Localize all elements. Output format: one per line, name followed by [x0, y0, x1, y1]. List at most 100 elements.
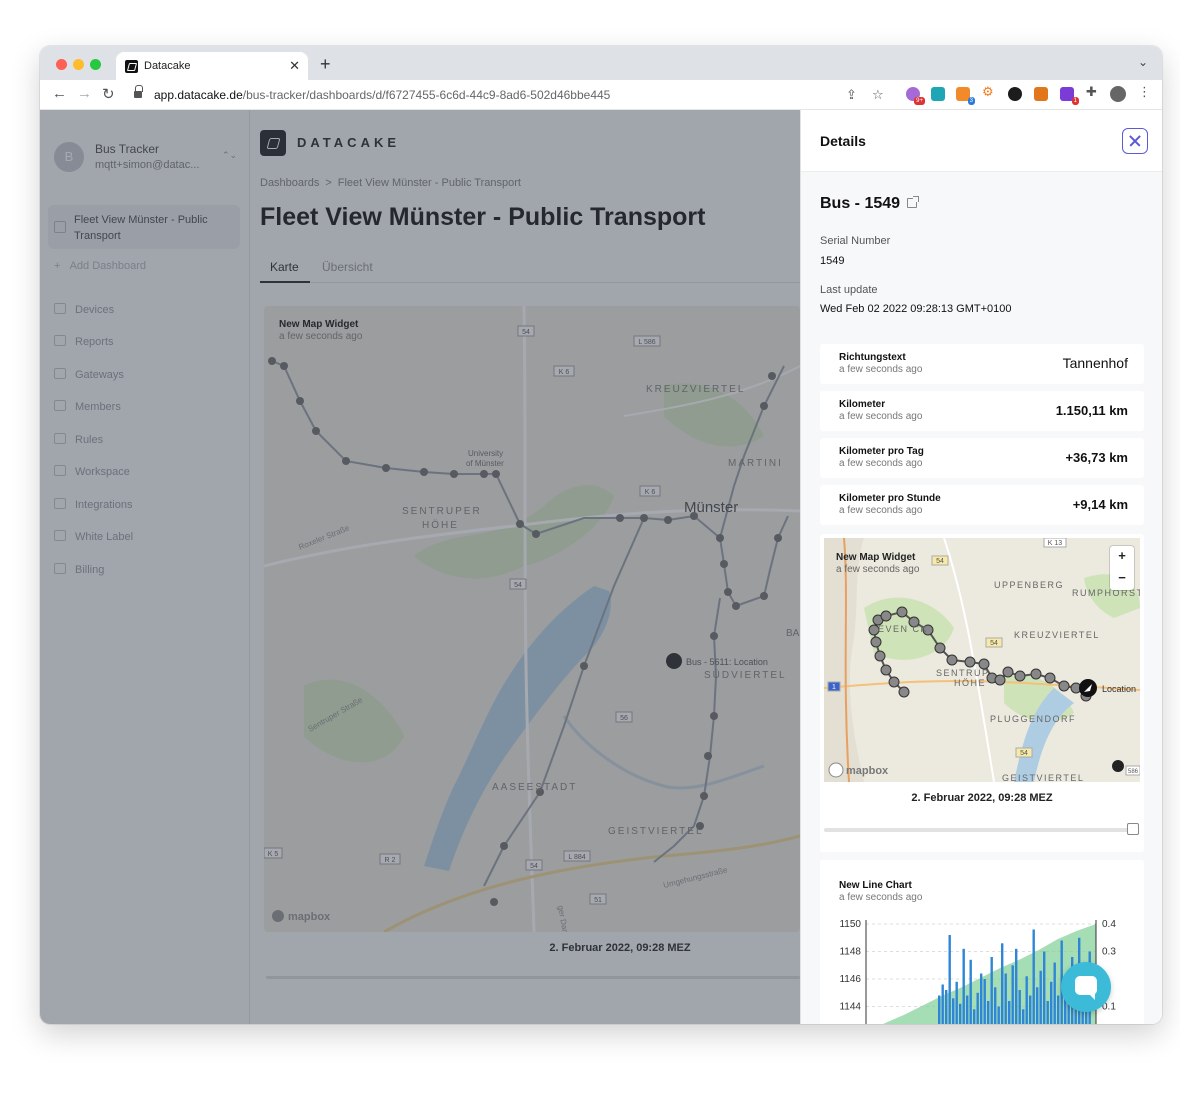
mapbox-logo-icon [828, 762, 844, 778]
forward-arrow-icon[interactable]: → [77, 85, 92, 102]
chart-timestamp: a few seconds ago [839, 892, 923, 903]
bar [969, 959, 972, 1024]
back-arrow-icon[interactable]: ← [52, 85, 67, 102]
metamask-extension-icon[interactable] [1034, 87, 1048, 101]
bar [980, 973, 983, 1024]
last-update-label: Last update [820, 284, 878, 296]
lock-icon [134, 85, 143, 99]
svg-text:586: 586 [1128, 769, 1139, 775]
device-name: Bus - 1549 [820, 195, 901, 212]
bar [955, 981, 958, 1024]
y2-axis-tick-label: 0.3 [1102, 947, 1116, 958]
road-shield: 54 [1015, 747, 1033, 758]
bar [1001, 943, 1004, 1024]
bar [1008, 1001, 1011, 1024]
extension-icon[interactable]: 3 [956, 87, 975, 105]
drawer-title: Details [820, 133, 866, 149]
bar [1025, 976, 1028, 1024]
kpi-kilometer: Kilometer a few seconds ago 1.150,11 km [820, 391, 1144, 431]
time-slider-thumb[interactable] [1127, 823, 1139, 835]
extension-badge: 9+ [914, 97, 925, 105]
bar [1050, 981, 1053, 1024]
y-axis-tick-label: 1146 [839, 974, 861, 985]
bar [1039, 970, 1042, 1024]
url-text: app.datacake.de/bus-tracker/dashboards/d… [154, 88, 611, 102]
kpi-label: Kilometer pro Tag [839, 446, 924, 457]
extension-icon[interactable]: 9+ [906, 87, 925, 105]
details-drawer: Details Bus - 1549 Serial Number 1549 La… [800, 110, 1162, 1024]
extension-icon[interactable]: 1 [1060, 87, 1079, 105]
tab-close-icon[interactable]: ✕ [289, 58, 300, 74]
drawer-header: Details [801, 110, 1162, 172]
road-shield: 54 [931, 555, 949, 566]
bar [938, 995, 941, 1024]
share-icon[interactable]: ⇪ [846, 87, 857, 103]
bar [1032, 929, 1035, 1024]
kpi-kilometer-pro-tag: Kilometer pro Tag a few seconds ago +36,… [820, 438, 1144, 478]
reload-icon[interactable]: ↻ [102, 85, 115, 103]
bar [966, 995, 969, 1024]
new-tab-icon[interactable]: + [320, 54, 331, 75]
address-bar[interactable]: app.datacake.de/bus-tracker/dashboards/d… [128, 83, 898, 107]
y-axis-tick-label: 1148 [839, 947, 861, 958]
bar [948, 935, 951, 1024]
close-drawer-button[interactable] [1122, 128, 1148, 154]
bar [1015, 948, 1018, 1024]
star-icon[interactable]: ☆ [872, 87, 884, 103]
puzzle-icon[interactable]: ✚ [1086, 84, 1100, 99]
bar [1011, 965, 1014, 1024]
chat-support-button[interactable] [1061, 962, 1111, 1012]
bar [983, 979, 986, 1024]
mini-map-label: EVEN CK [878, 624, 928, 634]
bar [1004, 973, 1007, 1024]
svg-text:54: 54 [990, 640, 998, 647]
chart-title: New Line Chart [839, 880, 912, 891]
chevron-down-icon[interactable]: ⌄ [1138, 55, 1148, 69]
external-link-icon[interactable] [907, 196, 919, 208]
mini-map[interactable]: UPPENBERG RUMPHORST KREUZVIERTEL EVEN CK… [824, 538, 1140, 782]
mini-map-label: Location [1102, 684, 1136, 694]
bar [1022, 1009, 1025, 1024]
mini-map-date: 2. Februar 2022, 09:28 MEZ [911, 792, 1053, 804]
mini-map-title: New Map Widget [836, 552, 916, 563]
tab-title: Datacake [144, 60, 191, 72]
bar [1046, 1001, 1049, 1024]
svg-text:1: 1 [832, 684, 836, 691]
modal-backdrop[interactable] [40, 110, 800, 1024]
kpi-timestamp: a few seconds ago [839, 411, 923, 422]
zoom-out-button[interactable]: − [1110, 570, 1134, 585]
y-axis-tick-label: 1150 [839, 919, 861, 930]
bar [997, 1006, 1000, 1024]
kebab-menu-icon[interactable]: ⋮ [1138, 84, 1152, 99]
bar [962, 948, 965, 1024]
bar [1029, 995, 1032, 1024]
kpi-value: 1.150,11 km [1055, 403, 1128, 418]
kpi-value: Tannenhof [1062, 355, 1128, 371]
road-shield: 1 [827, 681, 841, 692]
bar [1057, 995, 1060, 1024]
zoom-in-button[interactable]: + [1110, 548, 1134, 563]
road-shield: 54 [985, 637, 1003, 648]
kpi-label: Kilometer [839, 399, 886, 410]
info-icon [1112, 760, 1124, 772]
translate-extension-icon[interactable] [931, 87, 945, 101]
browser-toolbar: ← → ↻ app.datacake.de/bus-tracker/dashbo… [40, 80, 1162, 110]
bar [990, 957, 993, 1024]
kpi-value: +36,73 km [1065, 450, 1128, 465]
minimize-window-button[interactable] [73, 59, 84, 70]
browser-tab[interactable]: Datacake ✕ [116, 52, 308, 80]
hubspot-extension-icon[interactable]: ⚙ [982, 84, 996, 99]
extension-icon[interactable] [1008, 87, 1022, 101]
bar [1018, 990, 1021, 1024]
bar [952, 998, 955, 1024]
maximize-window-button[interactable] [90, 59, 101, 70]
datacake-favicon-icon [125, 60, 138, 73]
profile-avatar[interactable] [1110, 86, 1126, 102]
zoom-controls: + − [1110, 546, 1134, 590]
kpi-kilometer-pro-stunde: Kilometer pro Stunde a few seconds ago +… [820, 485, 1144, 525]
bar [994, 987, 997, 1024]
mini-map-label: HÖHE [954, 678, 986, 688]
bar [1067, 1003, 1070, 1024]
time-slider[interactable] [824, 828, 1132, 832]
close-window-button[interactable] [56, 59, 67, 70]
